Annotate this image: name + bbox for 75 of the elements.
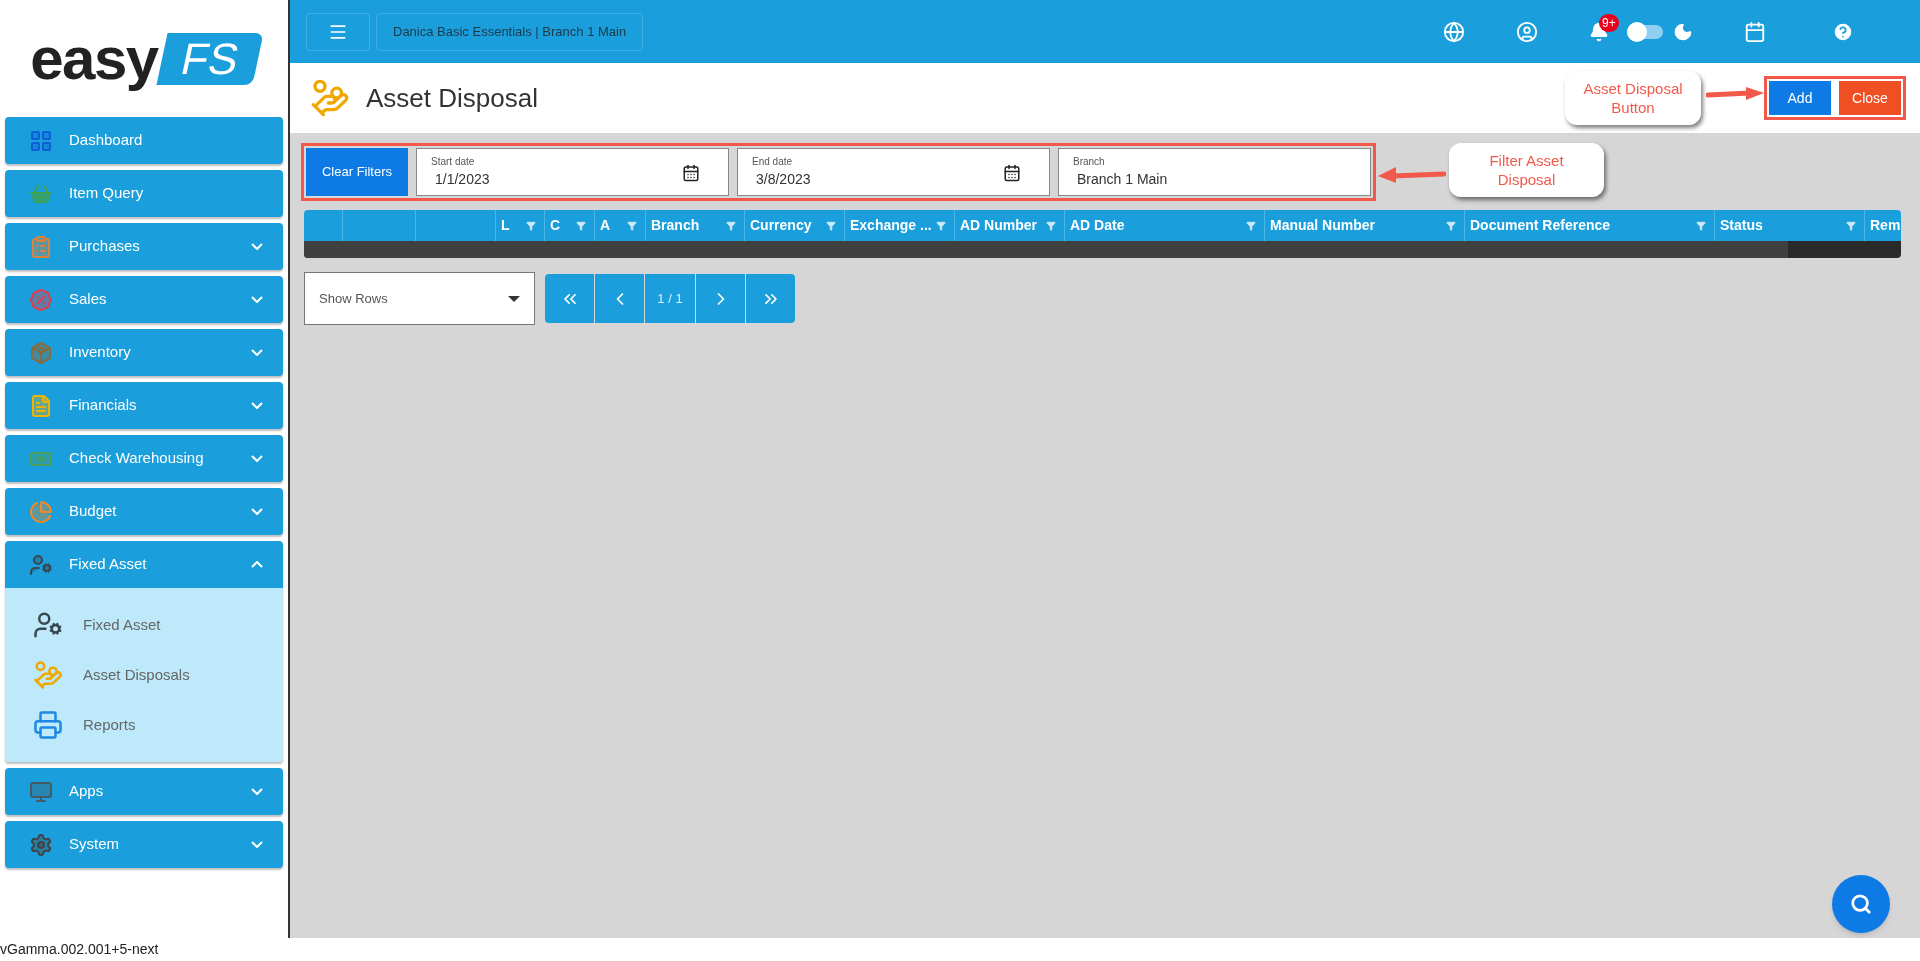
filter-icon[interactable]	[627, 220, 637, 231]
horizontal-scrollbar[interactable]	[304, 241, 1901, 258]
page-title: Asset Disposal	[366, 81, 538, 115]
pie-chart-icon	[29, 499, 53, 524]
filter-icon[interactable]	[1696, 220, 1706, 231]
submenu-item[interactable]: Asset Disposals	[5, 650, 283, 700]
action-button[interactable]: Close	[1839, 81, 1901, 115]
dark-mode-toggle[interactable]	[1627, 24, 1663, 39]
first-page-button[interactable]	[545, 274, 594, 323]
sidebar-item[interactable]: Item Query	[5, 170, 283, 217]
version-label: vGamma.002.001+5-next	[0, 940, 160, 959]
gear-icon	[29, 832, 53, 857]
person-gear-icon	[29, 552, 53, 577]
hand-coins-icon	[33, 660, 63, 690]
sidebar-item[interactable]: Check Warehousing	[5, 435, 283, 482]
clear-filters-button[interactable]: Clear Filters	[306, 148, 408, 196]
chevron-down-icon	[251, 841, 263, 848]
calendar-icon[interactable]	[1003, 164, 1021, 182]
moon-icon	[1673, 21, 1693, 42]
clipboard-icon	[29, 234, 53, 259]
submenu-item[interactable]: Reports	[5, 700, 283, 750]
menu-button[interactable]	[306, 12, 370, 51]
notification-badge: 9+	[1599, 13, 1619, 32]
sidebar-item[interactable]: Purchases	[5, 223, 283, 270]
filter-icon[interactable]	[576, 220, 586, 231]
submenu-item[interactable]: Fixed Asset	[5, 600, 283, 650]
document-icon	[29, 393, 53, 418]
arrow-annotation	[1376, 165, 1446, 185]
sidebar-item[interactable]: Budget	[5, 488, 283, 535]
callout-label: Asset Disposal Button	[1565, 71, 1701, 125]
show-rows-select[interactable]: Show Rows	[304, 272, 535, 325]
hand-coins-icon	[310, 78, 350, 118]
sidebar-item[interactable]: System	[5, 821, 283, 868]
page-indicator: 1 / 1	[645, 274, 695, 323]
sidebar-item[interactable]: Sales	[5, 276, 283, 323]
monitor-icon	[29, 779, 53, 804]
filter-icon[interactable]	[936, 220, 946, 231]
sale-badge-icon	[29, 287, 53, 312]
chevron-down-icon	[251, 296, 263, 303]
company-branch-button[interactable]: Danica Basic Essentials | Branch 1 Main	[376, 12, 644, 51]
sidebar-item[interactable]: Dashboard	[5, 117, 283, 164]
chevron-down-icon	[251, 508, 263, 515]
chevron-down-icon	[251, 243, 263, 250]
date-field[interactable]: End date 3/8/2023	[737, 148, 1050, 196]
action-button[interactable]: Add	[1769, 81, 1831, 115]
calendar-icon[interactable]	[682, 164, 700, 182]
filter-icon[interactable]	[526, 220, 536, 231]
sidebar-item[interactable]: Fixed Asset	[5, 541, 283, 588]
branch-select[interactable]: Branch Branch 1 Main	[1058, 148, 1371, 196]
help-icon[interactable]	[1832, 20, 1854, 43]
date-field[interactable]: Start date 1/1/2023	[416, 148, 729, 196]
dropdown-caret-icon	[508, 295, 520, 302]
callout-label: Filter Asset Disposal	[1449, 143, 1604, 197]
sidebar-item[interactable]: Financials	[5, 382, 283, 429]
filter-icon[interactable]	[1046, 220, 1056, 231]
last-page-button[interactable]	[746, 274, 795, 323]
chevron-down-icon	[251, 402, 263, 409]
filter-icon[interactable]	[1846, 220, 1856, 231]
search-icon	[1850, 893, 1872, 915]
chevron-down-icon	[251, 788, 263, 795]
chevron-down-icon	[251, 455, 263, 462]
globe-icon[interactable]	[1443, 20, 1465, 43]
filter-icon[interactable]	[1246, 220, 1256, 231]
filter-icon[interactable]	[826, 220, 836, 231]
sidebar-item[interactable]: Apps	[5, 768, 283, 815]
chevron-up-icon	[251, 561, 263, 568]
filter-icon[interactable]	[726, 220, 736, 231]
sidebar-item[interactable]: Inventory	[5, 329, 283, 376]
user-icon[interactable]	[1516, 20, 1538, 43]
grid-icon	[29, 128, 53, 153]
printer-icon	[33, 710, 63, 740]
filter-icon[interactable]	[1446, 220, 1456, 231]
package-icon	[29, 340, 53, 365]
chevron-down-icon	[251, 349, 263, 356]
person-gear-icon	[33, 610, 63, 640]
